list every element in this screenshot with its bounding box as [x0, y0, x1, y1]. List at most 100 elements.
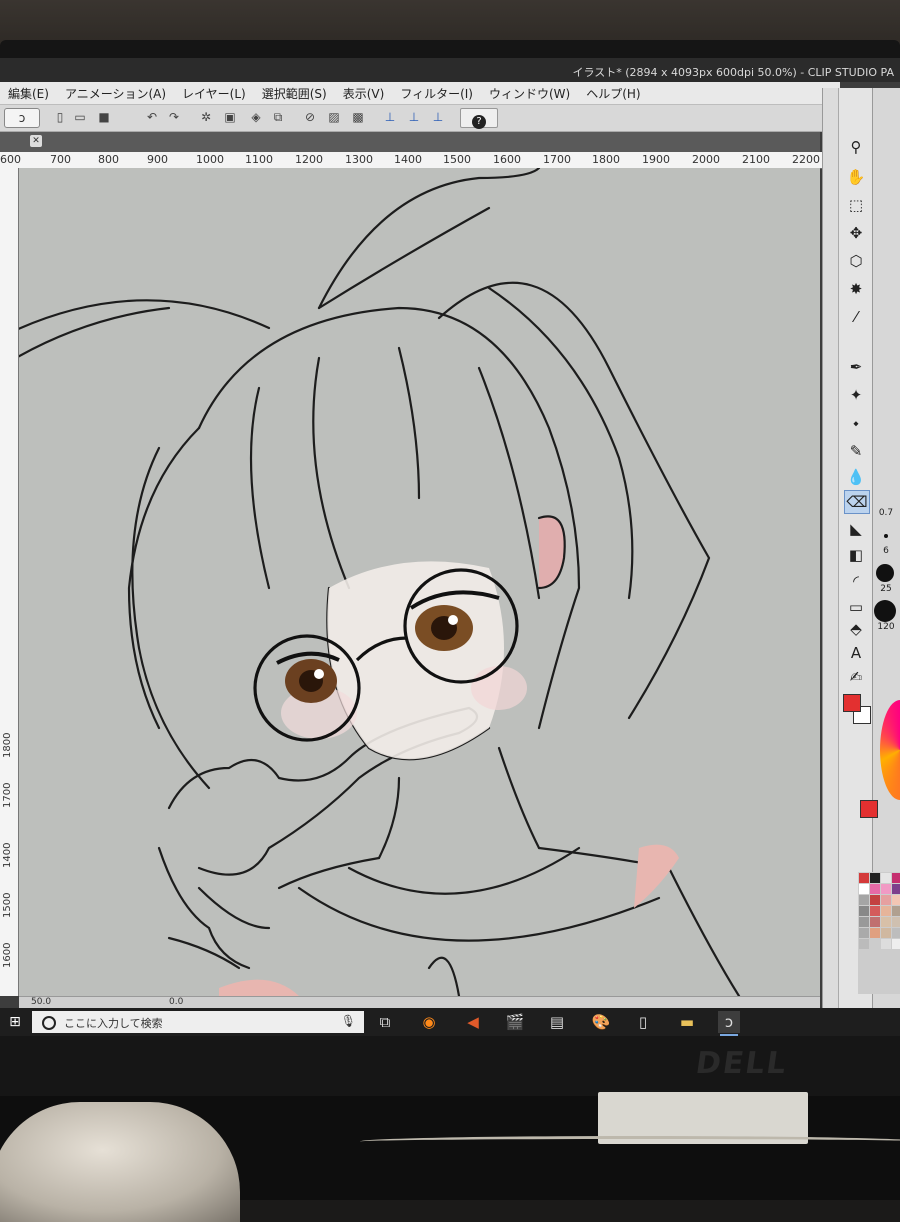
menu-selection[interactable]: 選択範囲(S)	[254, 85, 335, 102]
blend-tool-icon[interactable]: 💧	[844, 466, 868, 488]
balloon-tool-icon[interactable]: ✍	[844, 666, 868, 688]
rotation-value: 0.0	[169, 997, 184, 1007]
brush-size-value[interactable]: 0.7	[872, 508, 900, 518]
brush-size-dot[interactable]	[884, 534, 888, 538]
palette-color-swatch[interactable]	[892, 906, 900, 916]
menu-help[interactable]: ヘルプ(H)	[578, 85, 648, 102]
undo-icon[interactable]: ↶	[144, 109, 160, 125]
ruler-label: 1400	[2, 842, 13, 868]
menu-animation[interactable]: アニメーション(A)	[57, 85, 174, 102]
task-view-icon[interactable]: ⧉	[374, 1011, 396, 1033]
palette-color-swatch[interactable]	[881, 928, 891, 938]
clear-icon[interactable]: ✲	[198, 109, 214, 125]
palette-color-swatch[interactable]	[892, 917, 900, 927]
palette-color-swatch[interactable]	[881, 906, 891, 916]
windows-start-icon[interactable]: ⊞	[0, 1008, 30, 1036]
zoom-tool-icon[interactable]: ⚲	[844, 136, 868, 158]
palette-color-swatch[interactable]	[881, 895, 891, 905]
selection-hide-icon[interactable]: ⊘	[302, 109, 318, 125]
taskbar-search-box[interactable]: ここに入力して検索 🎙	[32, 1011, 364, 1033]
menu-view[interactable]: 表示(V)	[335, 85, 393, 102]
help-button[interactable]: ?	[460, 108, 498, 129]
drawing-canvas[interactable]	[19, 168, 820, 996]
palette-color-swatch[interactable]	[870, 884, 880, 894]
brush-size-value[interactable]: 25	[872, 584, 900, 594]
palette-color-swatch[interactable]	[892, 884, 900, 894]
palette-color-swatch[interactable]	[870, 873, 880, 883]
film-icon[interactable]: ▤	[546, 1011, 568, 1033]
move-tool-icon[interactable]: ✥	[844, 222, 868, 244]
palette-color-swatch[interactable]	[892, 895, 900, 905]
palette-color-swatch[interactable]	[870, 939, 880, 949]
menu-layer[interactable]: レイヤー(L)	[174, 85, 254, 102]
palette-color-swatch[interactable]	[881, 939, 891, 949]
snap-ruler-icon[interactable]: ⊥	[382, 109, 398, 125]
hand-tool-icon[interactable]: ✋	[844, 166, 868, 188]
snap-special-ruler-icon[interactable]: ⊥	[406, 109, 422, 125]
clip-studio-logo-button[interactable]: ↄ	[4, 108, 40, 128]
palette-color-swatch[interactable]	[892, 873, 900, 883]
palette-color-swatch[interactable]	[881, 873, 891, 883]
object-tool-icon[interactable]: ⬚	[844, 194, 868, 216]
main-color-swatch-large[interactable]	[860, 800, 878, 818]
palette-color-swatch[interactable]	[859, 884, 869, 894]
brush-size-dot[interactable]	[874, 600, 896, 622]
clip-studio-icon[interactable]: ↄ	[718, 1011, 740, 1036]
palette-color-swatch[interactable]	[892, 939, 900, 949]
lasso-tool-icon[interactable]: ⬡	[844, 250, 868, 272]
save-icon[interactable]: ■	[96, 109, 112, 125]
airbrush-icon[interactable]: ⬩	[844, 412, 868, 434]
menu-edit[interactable]: 編集(E)	[0, 85, 57, 102]
speaker-icon[interactable]: ◀	[462, 1011, 484, 1033]
firefox-icon[interactable]: ◉	[418, 1011, 440, 1033]
brush-size-value[interactable]: 6	[872, 546, 900, 556]
brush-size-dot[interactable]	[876, 564, 894, 582]
palette-color-swatch[interactable]	[859, 906, 869, 916]
selection-crop-icon[interactable]: ▩	[350, 109, 366, 125]
magic-wand-icon[interactable]: ✸	[844, 278, 868, 300]
close-tab-icon[interactable]: ✕	[30, 135, 42, 147]
brush-tool-icon[interactable]: ✎	[844, 440, 868, 462]
palette-color-swatch[interactable]	[892, 928, 900, 938]
fill-icon[interactable]: ◈	[248, 109, 264, 125]
new-file-icon[interactable]: ▯	[52, 109, 68, 125]
palette-color-swatch[interactable]	[859, 928, 869, 938]
palette-color-swatch[interactable]	[859, 895, 869, 905]
paint-icon[interactable]: 🎨	[590, 1011, 612, 1033]
fill-tool-icon[interactable]: ◣	[844, 518, 868, 540]
color-set-palette[interactable]	[858, 872, 900, 994]
gradient-tool-icon[interactable]: ◧	[844, 544, 868, 566]
redo-icon[interactable]: ↷	[166, 109, 182, 125]
palette-color-swatch[interactable]	[870, 906, 880, 916]
ruler-label: 1900	[642, 153, 670, 166]
open-folder-icon[interactable]: ▭	[72, 109, 88, 125]
frame-tool-icon[interactable]: ▭	[844, 596, 868, 618]
eraser-tool-icon[interactable]: ⌫	[844, 490, 870, 514]
palette-color-swatch[interactable]	[881, 917, 891, 927]
ruler-tool-icon[interactable]: ⬘	[844, 618, 868, 640]
figure-tool-icon[interactable]: ◜	[844, 570, 868, 592]
palette-color-swatch[interactable]	[881, 884, 891, 894]
selection-invert-icon[interactable]: ▨	[326, 109, 342, 125]
clear-outside-icon[interactable]: ▣	[222, 109, 238, 125]
palette-color-swatch[interactable]	[870, 928, 880, 938]
file-icon[interactable]: ▯	[632, 1011, 654, 1033]
transform-icon[interactable]: ⧉	[270, 109, 286, 125]
menu-window[interactable]: ウィンドウ(W)	[481, 85, 578, 102]
movie-maker-icon[interactable]: 🎬	[504, 1011, 526, 1033]
menu-filter[interactable]: フィルター(I)	[392, 85, 481, 102]
text-tool-icon[interactable]: A	[844, 642, 868, 664]
palette-color-swatch[interactable]	[859, 939, 869, 949]
main-color-swatch[interactable]	[843, 694, 861, 712]
decoration-tool-icon[interactable]: ✦	[844, 384, 868, 406]
brush-size-value[interactable]: 120	[872, 622, 900, 632]
microphone-icon[interactable]: 🎙	[341, 1014, 356, 1028]
palette-color-swatch[interactable]	[859, 873, 869, 883]
snap-grid-icon[interactable]: ⊥	[430, 109, 446, 125]
palette-color-swatch[interactable]	[870, 895, 880, 905]
eyedropper-icon[interactable]: ⁄	[844, 306, 868, 328]
folder-icon[interactable]: ▬	[676, 1011, 698, 1033]
palette-color-swatch[interactable]	[859, 917, 869, 927]
pen-tool-icon[interactable]: ✒	[844, 356, 868, 378]
palette-color-swatch[interactable]	[870, 917, 880, 927]
